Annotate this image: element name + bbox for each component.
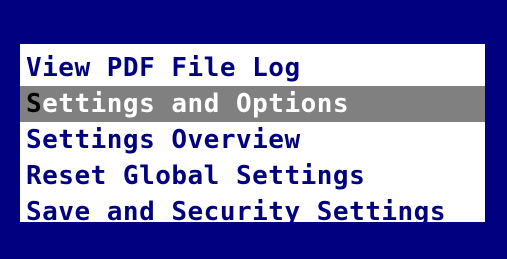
menu-item-settings-and-options[interactable]: Settings and Options	[20, 86, 485, 122]
menu-item-hotkey: S	[26, 89, 43, 119]
menu-item-settings-overview[interactable]: Settings Overview	[20, 122, 485, 158]
menu-item-save-and-security-settings[interactable]: Save and Security Settings	[20, 194, 485, 230]
menu-item-label: ettings and Options	[42, 89, 350, 119]
menu-item-view-pdf-file-log[interactable]: View PDF File Log	[20, 50, 485, 86]
dialog-window: View PDF File Log Settings and Options S…	[0, 0, 507, 259]
menu-item-reset-global-settings[interactable]: Reset Global Settings	[20, 158, 485, 194]
menu-list: View PDF File Log Settings and Options S…	[18, 42, 487, 227]
